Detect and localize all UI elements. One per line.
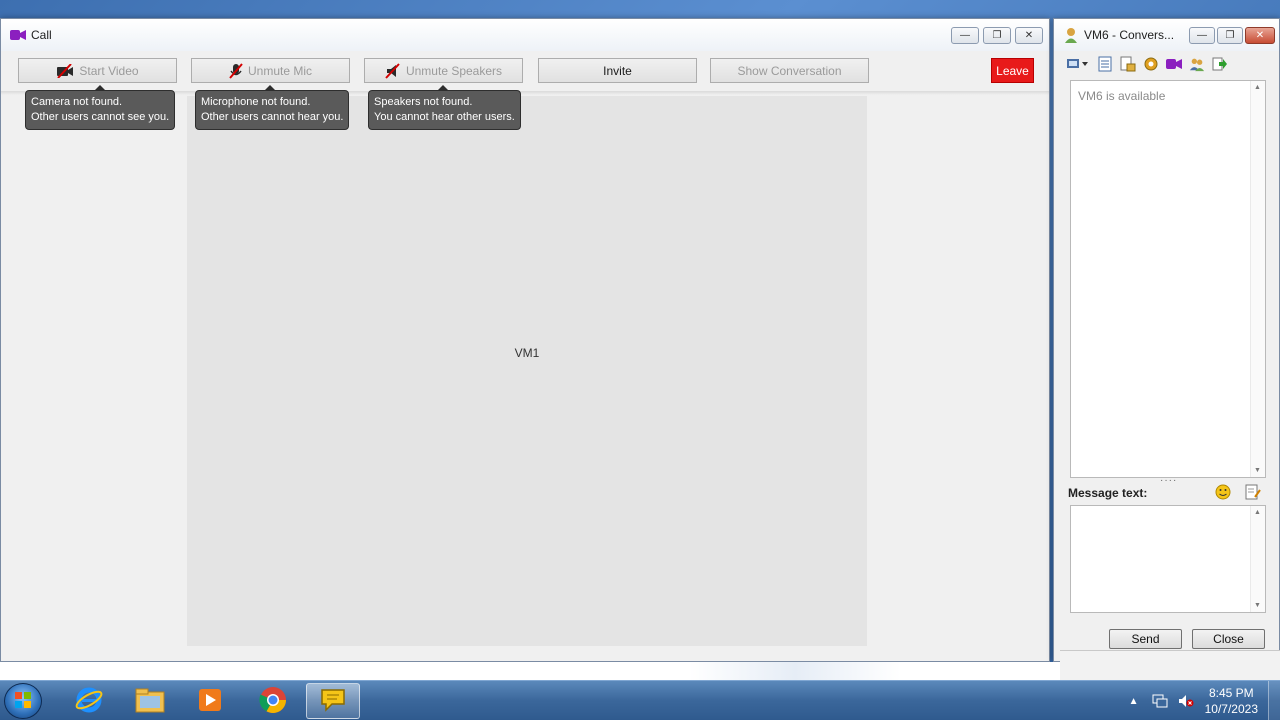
messenger-icon [318, 686, 348, 717]
scroll-down-icon[interactable]: ▼ [1254, 467, 1261, 474]
unmute-speakers-button[interactable]: Unmute Speakers [364, 58, 523, 83]
message-scrollbar[interactable]: ▲ ▼ [1250, 506, 1265, 612]
conversation-window-title: VM6 - Convers... [1084, 28, 1175, 42]
leave-button[interactable]: Leave [991, 58, 1034, 83]
restore-icon: ❐ [992, 29, 1002, 41]
start-button[interactable] [4, 683, 42, 719]
history-scrollbar[interactable]: ▲ ▼ [1250, 81, 1265, 477]
taskbar-internet-explorer[interactable] [62, 683, 116, 719]
scroll-down-icon[interactable]: ▼ [1254, 602, 1261, 609]
participant-name: VM1 [514, 346, 540, 360]
send-label: Send [1131, 632, 1160, 646]
message-input[interactable]: ▲ ▼ [1070, 505, 1266, 613]
scroll-up-icon[interactable]: ▲ [1254, 84, 1261, 91]
speakers-tooltip-line2: You cannot hear other users. [374, 111, 515, 123]
microphone-tooltip-line2: Other users cannot hear you. [201, 111, 344, 123]
video-off-icon [56, 63, 74, 78]
call-window-title: Call [31, 28, 52, 42]
call-titlebar[interactable]: Call — ❐ ✕ [1, 19, 1049, 51]
speakers-tooltip: Speakers not found. You cannot hear othe… [368, 85, 521, 130]
internet-explorer-icon [74, 685, 104, 718]
chrome-icon [258, 685, 288, 718]
close-icon: ✕ [1255, 29, 1265, 41]
contact-icon [1063, 27, 1079, 43]
scroll-up-icon[interactable]: ▲ [1254, 509, 1261, 516]
maximize-button[interactable]: ❐ [983, 27, 1011, 44]
send-button[interactable]: Send [1109, 629, 1182, 649]
volume-muted-icon[interactable] [1178, 693, 1194, 709]
call-window: Call — ❐ ✕ Start Video Unmute Mic Unmute… [0, 18, 1050, 662]
start-video-label: Start Video [79, 63, 139, 78]
font-format-icon[interactable] [1245, 484, 1261, 503]
system-tray: ▲ 8:45 PM 10/7/2023 [1121, 681, 1280, 720]
background-window-edge [1060, 650, 1280, 680]
view-menu-icon[interactable] [1066, 56, 1090, 72]
leave-label: Leave [996, 63, 1029, 78]
camera-tooltip-line2: Other users cannot see you. [31, 111, 170, 123]
video-area: VM1 [187, 96, 867, 646]
speakers-tooltip-line1: Speakers not found. [374, 96, 473, 108]
unmute-mic-button[interactable]: Unmute Mic [191, 58, 350, 83]
invite-button[interactable]: Invite [538, 58, 697, 83]
show-desktop-button[interactable] [1268, 681, 1280, 720]
status-message: VM6 is available [1078, 89, 1166, 103]
invite-label: Invite [603, 63, 632, 78]
restore-icon: ❐ [1225, 29, 1235, 41]
message-text-label: Message text: [1068, 486, 1148, 500]
conversation-toolbar [1066, 53, 1271, 75]
speaker-off-icon [385, 62, 401, 79]
file-explorer-icon [134, 686, 166, 717]
taskbar-chrome[interactable] [246, 683, 300, 719]
unmute-speakers-label: Unmute Speakers [405, 63, 503, 78]
unmute-mic-label: Unmute Mic [247, 63, 312, 78]
microphone-tooltip-line1: Microphone not found. [201, 96, 311, 108]
close-button[interactable]: Close [1192, 629, 1265, 649]
minimize-icon: — [1197, 29, 1207, 41]
show-hidden-icons-icon[interactable]: ▲ [1126, 693, 1142, 709]
splitter-grip[interactable]: ···· [1160, 475, 1177, 486]
history-icon[interactable] [1097, 56, 1113, 72]
taskbar: ▲ 8:45 PM 10/7/2023 [0, 680, 1280, 720]
media-player-icon [196, 686, 224, 717]
add-contact-icon[interactable] [1189, 56, 1205, 72]
emoticon-icon[interactable] [1215, 484, 1231, 503]
conv-minimize-button[interactable]: — [1189, 27, 1215, 44]
clock-time: 8:45 PM [1208, 686, 1254, 700]
background-window-strip [0, 662, 1060, 680]
minimize-icon: — [960, 29, 970, 41]
taskbar-media-player[interactable] [183, 683, 237, 719]
show-conversation-button[interactable]: Show Conversation [710, 58, 869, 83]
show-conversation-label: Show Conversation [737, 63, 842, 78]
windows-logo-icon [13, 690, 33, 713]
exit-icon[interactable] [1212, 56, 1228, 72]
conv-close-window-button[interactable]: ✕ [1245, 27, 1275, 44]
close-label: Close [1213, 632, 1244, 646]
conversation-window: VM6 - Convers... — ❐ ✕ VM6 is available … [1053, 18, 1280, 662]
send-file-icon[interactable] [1120, 56, 1136, 72]
video-call-icon[interactable] [1166, 56, 1182, 72]
taskbar-clock[interactable]: 8:45 PM 10/7/2023 [1205, 685, 1258, 717]
microphone-off-icon [229, 62, 243, 79]
camera-tooltip: Camera not found. Other users cannot see… [25, 85, 176, 130]
taskbar-file-explorer[interactable] [123, 683, 177, 719]
start-video-button[interactable]: Start Video [18, 58, 177, 83]
conversation-history[interactable]: VM6 is available ▲ ▼ [1070, 80, 1266, 478]
network-icon[interactable] [1152, 693, 1168, 709]
camera-tooltip-line1: Camera not found. [31, 96, 123, 108]
microphone-tooltip: Microphone not found. Other users cannot… [195, 85, 350, 130]
conv-maximize-button[interactable]: ❐ [1217, 27, 1243, 44]
close-icon: ✕ [1024, 29, 1034, 41]
video-camera-icon [10, 27, 26, 43]
taskbar-messenger[interactable] [306, 683, 360, 719]
close-window-button[interactable]: ✕ [1015, 27, 1043, 44]
minimize-button[interactable]: — [951, 27, 979, 44]
clock-date: 10/7/2023 [1204, 702, 1258, 716]
conversation-titlebar[interactable]: VM6 - Convers... — ❐ ✕ [1054, 19, 1279, 51]
gear-icon[interactable] [1143, 56, 1159, 72]
